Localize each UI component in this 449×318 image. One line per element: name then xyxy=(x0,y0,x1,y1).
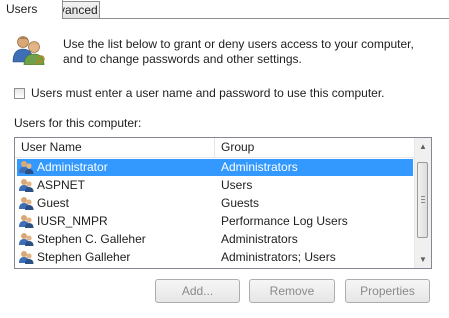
list-item[interactable]: Administrator Administrators xyxy=(15,158,415,176)
user-name-cell: IUSR_NMPR xyxy=(37,214,108,228)
intro-line-1: Use the list below to grant or deny user… xyxy=(63,37,414,51)
user-name-cell: Administrator xyxy=(37,160,108,174)
remove-button[interactable]: Remove xyxy=(249,279,335,303)
list-item[interactable]: Stephen Galleher Administrators; Users xyxy=(15,248,415,266)
list-item[interactable]: Stephen C. Galleher Administrators xyxy=(15,230,415,248)
column-header-user-name[interactable]: User Name xyxy=(15,138,215,157)
group-cell: Administrators xyxy=(221,232,298,246)
list-rows: Administrator Administrators ASPNET User… xyxy=(15,158,415,266)
group-cell: Performance Log Users xyxy=(221,214,348,228)
users-list[interactable]: User Name Group Administrator Administra… xyxy=(14,137,432,269)
add-button[interactable]: Add... xyxy=(155,279,240,303)
user-icon xyxy=(19,197,34,210)
user-name-cell: Stephen Galleher xyxy=(37,250,131,264)
user-name-cell: ASPNET xyxy=(37,178,86,192)
intro-line-2: and to change passwords and other settin… xyxy=(63,52,302,66)
group-cell: Administrators xyxy=(221,160,298,174)
scroll-down-arrow-icon[interactable]: ▼ xyxy=(415,251,431,268)
tab-users[interactable]: Users xyxy=(0,0,63,19)
user-icon xyxy=(19,179,34,192)
intro-text: Use the list below to grant or deny user… xyxy=(63,37,443,67)
group-cell: Users xyxy=(221,178,253,192)
group-cell: Administrators; Users xyxy=(221,250,336,264)
list-item[interactable]: ASPNET Users xyxy=(15,176,415,194)
column-header-group[interactable]: Group xyxy=(215,138,415,157)
user-name-cell: Guest xyxy=(37,196,70,210)
require-password-checkbox[interactable] xyxy=(14,87,25,99)
scroll-up-arrow-icon[interactable]: ▲ xyxy=(415,138,431,155)
user-name-cell: Stephen C. Galleher xyxy=(37,232,146,246)
vertical-scrollbar[interactable]: ▲ ▼ xyxy=(414,138,431,268)
list-item[interactable]: Guest Guests xyxy=(15,194,415,212)
require-password-label[interactable]: Users must enter a user name and passwor… xyxy=(31,86,385,100)
tab-divider xyxy=(0,18,449,19)
tab-strip: Users Advanced xyxy=(0,0,449,19)
group-cell: Guests xyxy=(221,196,260,210)
list-item[interactable]: IUSR_NMPR Performance Log Users xyxy=(15,212,415,230)
properties-button[interactable]: Properties xyxy=(345,279,430,303)
user-icon xyxy=(19,161,34,174)
scroll-thumb[interactable] xyxy=(417,162,428,238)
user-icon xyxy=(19,215,34,228)
user-icon xyxy=(19,233,34,246)
user-icon xyxy=(19,251,34,264)
users-group-icon xyxy=(12,36,45,65)
users-section-label: Users for this computer: xyxy=(14,116,142,130)
list-header: User Name Group xyxy=(15,138,415,158)
require-password-row[interactable]: Users must enter a user name and passwor… xyxy=(14,86,385,100)
